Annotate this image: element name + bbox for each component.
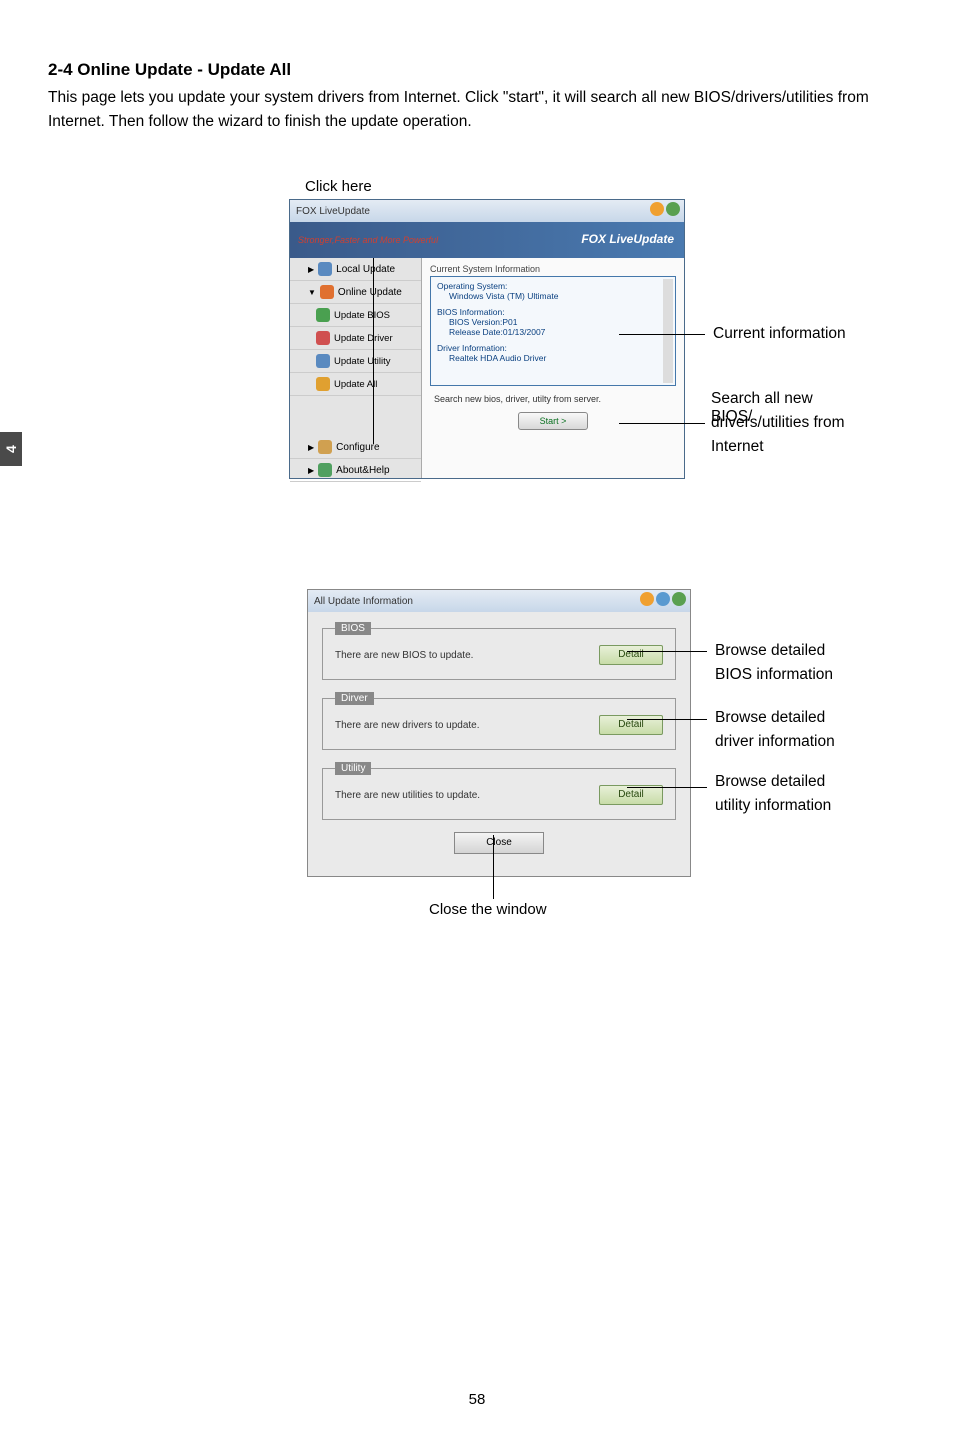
dialog-title: All Update Information [314, 596, 413, 607]
all-update-information-window: All Update Information BIOS There are ne… [307, 589, 691, 877]
system-info-box: Operating System: Windows Vista (TM) Ult… [430, 276, 676, 386]
banner-tagline: Stronger,Faster and More Powerful [298, 235, 438, 245]
sidebar: ▶ Local Update ▼ Online Update Update BI… [290, 258, 422, 478]
utility-message: There are new utilities to update. [335, 790, 480, 801]
sidebar-item-update-utility[interactable]: Update Utility [290, 350, 421, 373]
current-info-label: Current System Information [430, 264, 676, 274]
close-pointer-line [493, 835, 494, 899]
sidebar-label: Update BIOS [334, 310, 390, 321]
sidebar-label: About&Help [336, 465, 389, 476]
chapter-tab: 4 [0, 432, 22, 466]
callout-line-utility-detail [627, 787, 707, 788]
sidebar-item-about[interactable]: ▶ About&Help [290, 459, 421, 482]
disk-icon [318, 262, 332, 276]
driver-detail-button[interactable]: Detail [599, 715, 663, 735]
sidebar-label: Update All [334, 379, 377, 390]
callout-driver-line2: driver information [715, 733, 835, 751]
bios-message: There are new BIOS to update. [335, 650, 473, 661]
sidebar-item-configure[interactable]: ▶ Configure [290, 436, 421, 459]
utility-detail-button[interactable]: Detail [599, 785, 663, 805]
callout-bios-line2: BIOS information [715, 666, 833, 684]
close-caption: Close the window [429, 901, 547, 918]
callout-utility-line1: Browse detailed [715, 773, 825, 791]
bios-detail-button[interactable]: Detail [599, 645, 663, 665]
main-panel: Current System Information Operating Sys… [422, 258, 684, 478]
chip-icon [316, 308, 330, 322]
callout-driver-line1: Browse detailed [715, 709, 825, 727]
window-titlebar: FOX LiveUpdate [290, 200, 684, 222]
sidebar-item-update-bios[interactable]: Update BIOS [290, 304, 421, 327]
click-here-label: Click here [305, 178, 847, 195]
sidebar-item-online-update[interactable]: ▼ Online Update [290, 281, 421, 304]
callout-current-info: Current information [713, 325, 846, 343]
scrollbar[interactable] [663, 279, 673, 383]
bios-version: BIOS Version:P01 [437, 317, 669, 327]
page-number: 58 [0, 1391, 954, 1408]
sidebar-item-local-update[interactable]: ▶ Local Update [290, 258, 421, 281]
os-label: Operating System: [437, 281, 669, 291]
driver-icon [316, 331, 330, 345]
close-icon[interactable] [666, 202, 680, 216]
sidebar-label: Local Update [336, 264, 395, 275]
globe-icon [320, 285, 334, 299]
section-title: 2-4 Online Update - Update All [48, 60, 906, 80]
callout-utility-line2: utility information [715, 797, 831, 815]
minimize-icon[interactable] [650, 202, 664, 216]
banner-logo: FOX LiveUpdate [581, 232, 674, 246]
bios-group: BIOS There are new BIOS to update. Detai… [322, 622, 676, 680]
utility-icon [316, 354, 330, 368]
driver-label: Driver Information: [437, 343, 669, 353]
bios-legend: BIOS [335, 622, 371, 635]
sidebar-label: Update Utility [334, 356, 391, 367]
callout-search-line2: drivers/utilities from [711, 414, 845, 432]
callout-search-line3: Internet [711, 438, 764, 456]
sidebar-label: Update Driver [334, 333, 393, 344]
driver-legend: Dirver [335, 692, 374, 705]
sidebar-item-update-driver[interactable]: Update Driver [290, 327, 421, 350]
gear-icon [318, 440, 332, 454]
callout-bios-line1: Browse detailed [715, 642, 825, 660]
maximize-icon[interactable] [656, 592, 670, 606]
app-banner: Stronger,Faster and More Powerful FOX Li… [290, 222, 684, 258]
bios-label: BIOS Information: [437, 307, 669, 317]
bios-date: Release Date:01/13/2007 [437, 327, 669, 337]
intro-paragraph: This page lets you update your system dr… [48, 86, 906, 134]
sidebar-item-update-all[interactable]: Update All [290, 373, 421, 396]
fox-liveupdate-window: FOX LiveUpdate Stronger,Faster and More … [289, 199, 685, 479]
close-button[interactable]: Close [454, 832, 544, 854]
callout-line-current-info [619, 334, 705, 335]
callout-line-driver-detail [627, 719, 707, 720]
driver-group: Dirver There are new drivers to update. … [322, 692, 676, 750]
all-icon [316, 377, 330, 391]
close-icon[interactable] [672, 592, 686, 606]
utility-group: Utility There are new utilities to updat… [322, 762, 676, 820]
help-icon [318, 463, 332, 477]
window-title: FOX LiveUpdate [296, 206, 370, 217]
search-label: Search new bios, driver, utilty from ser… [434, 394, 676, 404]
minimize-icon[interactable] [640, 592, 654, 606]
dialog-titlebar: All Update Information [308, 590, 690, 612]
driver-value: Realtek HDA Audio Driver [437, 353, 669, 363]
callout-line-bios-detail [627, 651, 707, 652]
start-button[interactable]: Start > [518, 412, 588, 430]
driver-message: There are new drivers to update. [335, 720, 480, 731]
callout-line-start [619, 423, 705, 424]
utility-legend: Utility [335, 762, 371, 775]
os-value: Windows Vista (TM) Ultimate [437, 291, 669, 301]
sidebar-label: Online Update [338, 287, 402, 298]
